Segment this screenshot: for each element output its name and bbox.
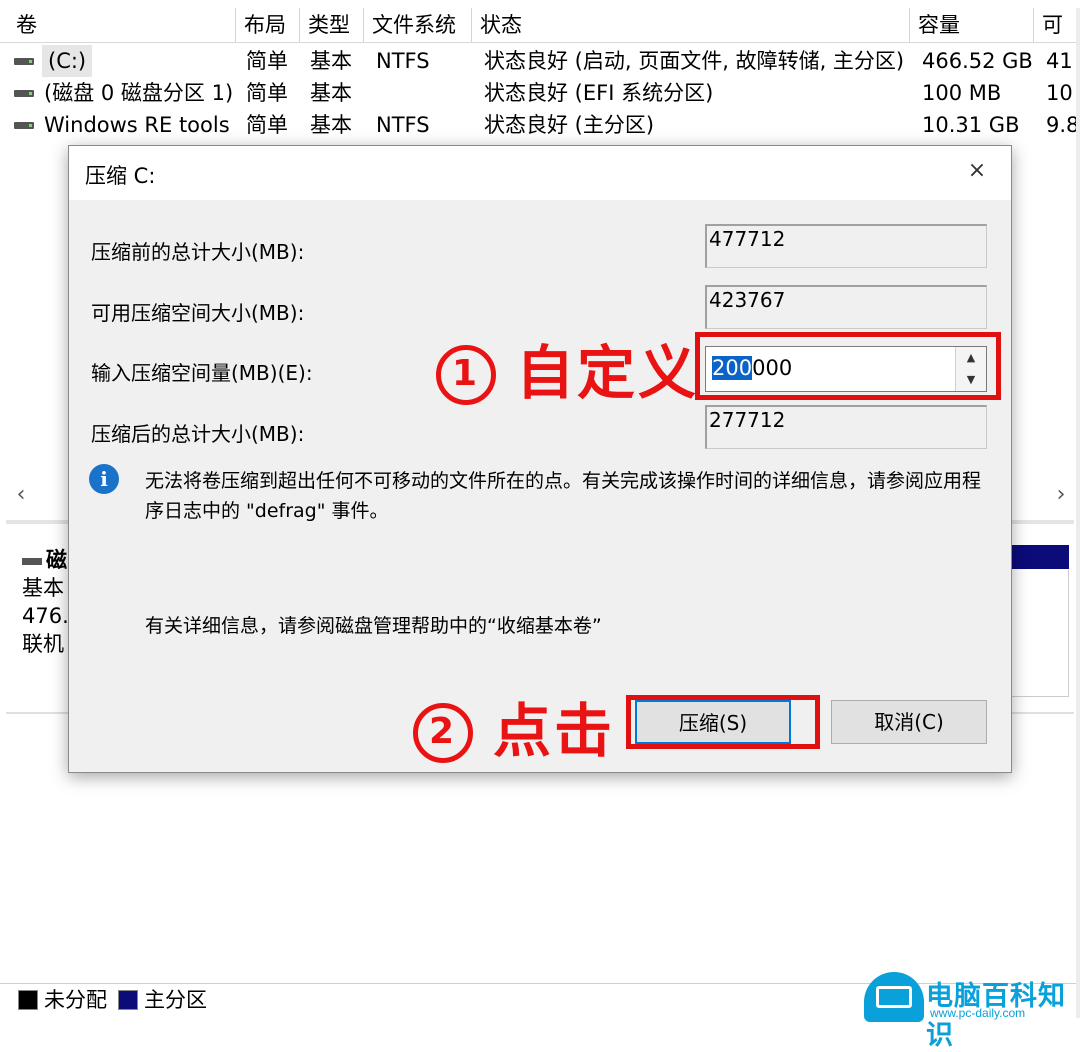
drive-icon: [14, 122, 34, 129]
volume-layout: 简单: [246, 113, 288, 137]
cancel-button[interactable]: 取消(C): [831, 700, 987, 744]
scroll-left-icon[interactable]: ‹: [6, 480, 36, 510]
annotation-step2: 2 点击: [413, 684, 615, 768]
help-message: 有关详细信息，请参阅磁盘管理帮助中的“收缩基本卷”: [145, 615, 602, 637]
volume-status: 状态良好 (主分区): [484, 113, 655, 137]
volume-name: (磁盘 0 磁盘分区 1): [44, 81, 234, 105]
shrink-dialog: 压缩 C: × 压缩前的总计大小(MB): 477712 可用压缩空间大小(MB…: [68, 145, 1012, 773]
volume-row[interactable]: (磁盘 0 磁盘分区 1) 简单 基本 状态良好 (EFI 系统分区) 100 …: [0, 77, 1080, 109]
legend-unallocated: 未分配: [44, 988, 107, 1012]
volume-fs: NTFS: [376, 113, 430, 137]
column-header-status[interactable]: 状态: [472, 8, 910, 42]
disk-icon: [22, 557, 42, 565]
volume-type: 基本: [310, 49, 352, 73]
volume-capacity: 100 MB: [922, 81, 1002, 105]
input-label: 输入压缩空间量(MB)(E):: [91, 361, 313, 385]
info-message: 无法将卷压缩到超出任何不可移动的文件所在的点。有关完成该操作时间的详细信息，请参…: [145, 470, 982, 522]
info-icon: i: [89, 464, 119, 494]
close-icon[interactable]: ×: [963, 158, 991, 183]
dialog-title: 压缩 C:: [85, 164, 156, 188]
unallocated-swatch: [18, 990, 38, 1010]
column-header-layout[interactable]: 布局: [236, 8, 300, 42]
volume-status: 状态良好 (启动, 页面文件, 故障转储, 主分区): [484, 49, 905, 73]
volume-list-header: 卷 布局 类型 文件系统 状态 容量 可: [0, 8, 1080, 43]
step1-text: 自定义: [516, 339, 700, 407]
step2-text: 点击: [493, 697, 616, 765]
disk-type: 基本: [22, 576, 64, 600]
total-after-label: 压缩后的总计大小(MB):: [91, 422, 305, 446]
legend-primary: 主分区: [144, 988, 207, 1012]
volume-row[interactable]: Windows RE tools 简单 基本 NTFS 状态良好 (主分区) 1…: [0, 109, 1080, 141]
dialog-titlebar[interactable]: 压缩 C: ×: [69, 146, 1011, 200]
total-before-value: 477712: [705, 224, 987, 268]
volume-fs: NTFS: [376, 49, 430, 73]
volume-capacity: 10.31 GB: [922, 113, 1020, 137]
disk-name: 磁: [46, 548, 67, 572]
volume-layout: 简单: [246, 81, 288, 105]
disk-info[interactable]: 磁 基本 476. 联机: [22, 546, 69, 658]
watermark-url: www.pc-daily.com: [930, 1006, 1026, 1020]
watermark-logo: 电脑百科知识 www.pc-daily.com: [864, 970, 1076, 1051]
volume-layout: 简单: [246, 49, 288, 73]
drive-icon: [14, 58, 34, 65]
volume-name: Windows RE tools: [44, 113, 230, 137]
vertical-scrollbar[interactable]: [1076, 8, 1080, 1018]
annotation-box-input: [695, 332, 1001, 400]
volume-capacity: 466.52 GB: [922, 49, 1033, 73]
volume-free: 10: [1046, 81, 1073, 105]
partition-block[interactable]: [1011, 570, 1069, 697]
total-before-label: 压缩前的总计大小(MB):: [91, 240, 305, 264]
disk-status: 联机: [22, 632, 64, 656]
column-header-free[interactable]: 可: [1034, 8, 1080, 42]
volume-status: 状态良好 (EFI 系统分区): [484, 81, 714, 105]
total-after-value: 277712: [705, 405, 987, 449]
column-header-type[interactable]: 类型: [300, 8, 364, 42]
column-header-volume[interactable]: 卷: [8, 8, 236, 42]
volume-row[interactable]: (C:) 简单 基本 NTFS 状态良好 (启动, 页面文件, 故障转储, 主分…: [0, 45, 1080, 77]
volume-free: 9.8: [1046, 113, 1076, 137]
scroll-right-icon[interactable]: ›: [1046, 480, 1076, 510]
monitor-icon: [864, 972, 924, 1022]
partition-primary-bar[interactable]: [1011, 545, 1069, 569]
primary-swatch: [118, 990, 138, 1010]
step2-number: 2: [413, 703, 473, 763]
volume-type: 基本: [310, 81, 352, 105]
column-header-capacity[interactable]: 容量: [910, 8, 1034, 42]
annotation-box-shrink: [626, 695, 820, 749]
annotation-step1: 1 自定义: [436, 326, 699, 410]
volume-type: 基本: [310, 113, 352, 137]
disk-size: 476.: [22, 604, 69, 628]
drive-icon: [14, 90, 34, 97]
available-label: 可用压缩空间大小(MB):: [91, 301, 305, 325]
column-header-filesystem[interactable]: 文件系统: [364, 8, 472, 42]
step1-number: 1: [436, 345, 496, 405]
available-value: 423767: [705, 285, 987, 329]
volume-free: 41: [1046, 49, 1073, 73]
volume-name: (C:): [42, 45, 93, 77]
